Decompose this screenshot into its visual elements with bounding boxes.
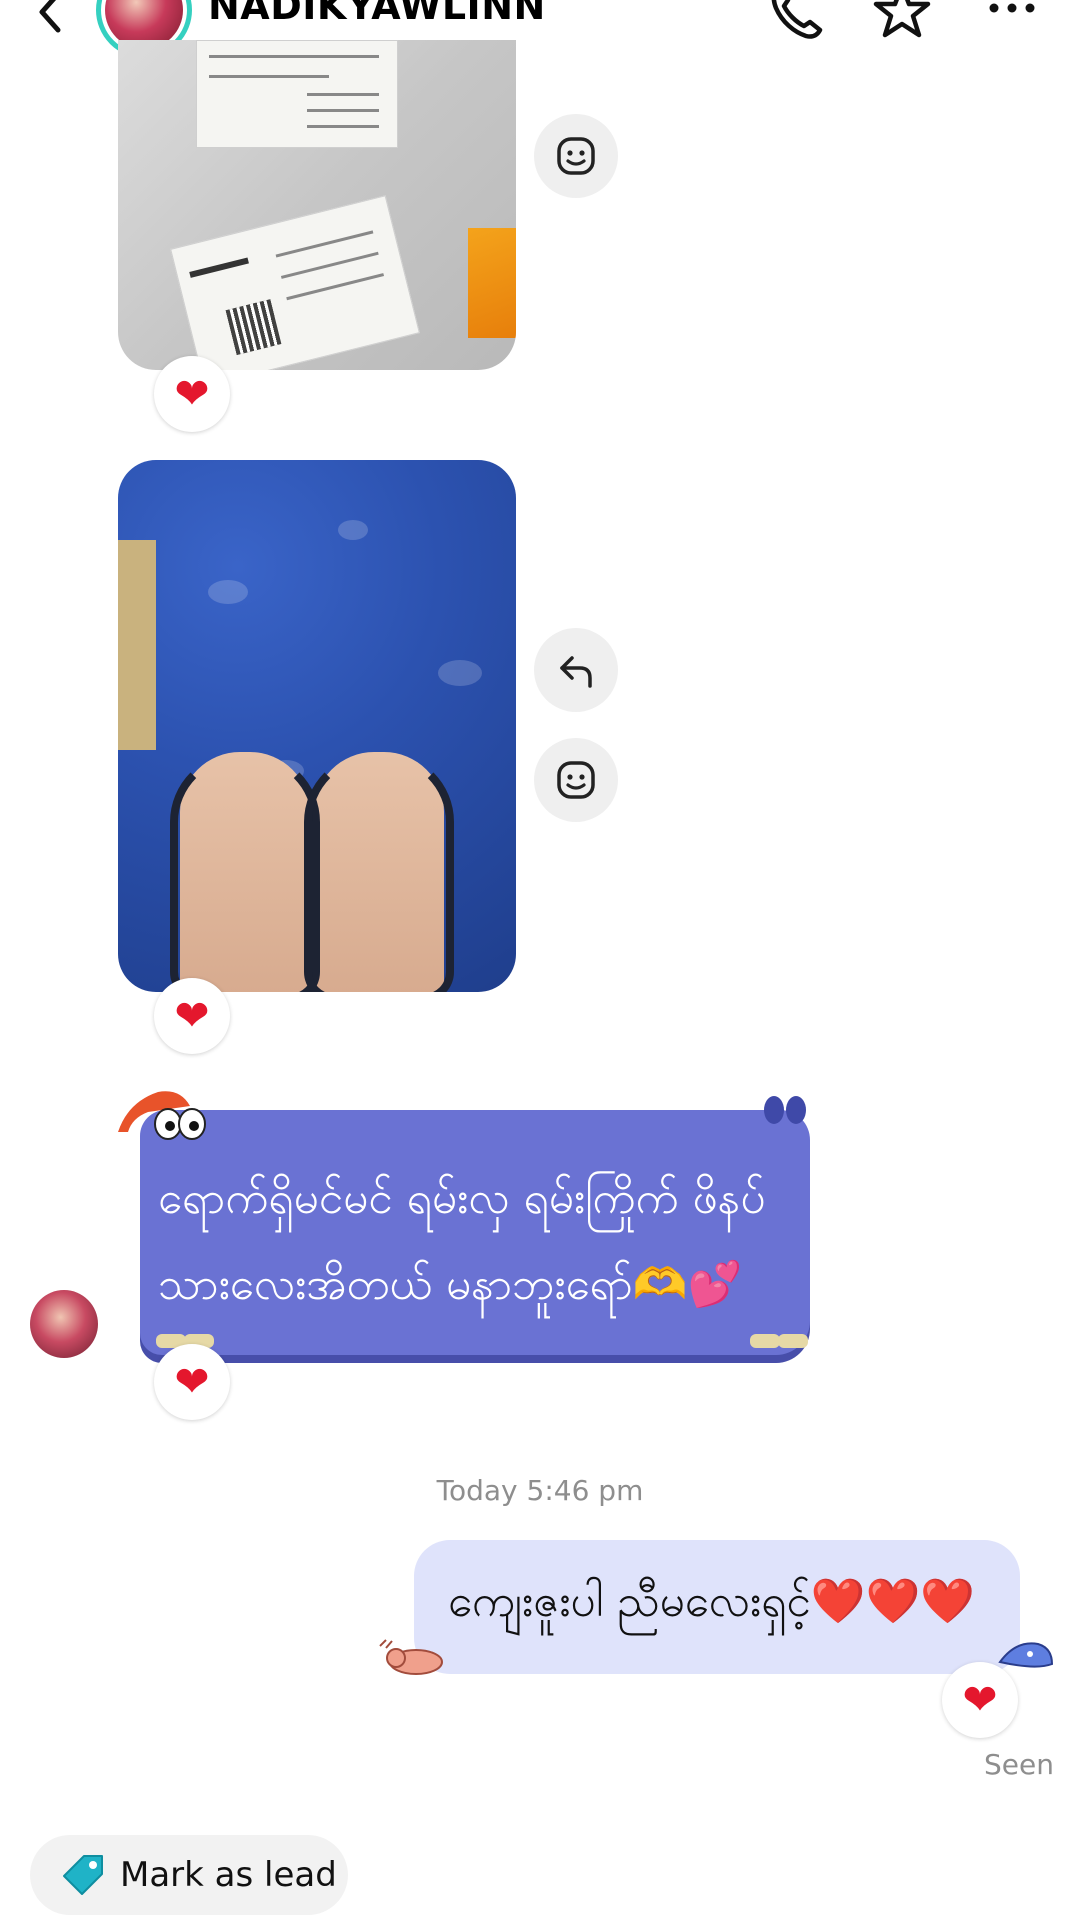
bubble-foot-decoration xyxy=(778,1334,808,1348)
heart-reaction-icon: ❤ xyxy=(174,369,210,418)
sender-avatar[interactable] xyxy=(30,1290,98,1358)
mark-as-lead-button[interactable]: Mark as lead xyxy=(30,1835,348,1915)
sandals-photo[interactable] xyxy=(118,460,516,992)
back-button[interactable] xyxy=(28,0,78,46)
message-timestamp: Today 5:46 pm xyxy=(436,1474,644,1507)
sleeping-pig-sticker-icon xyxy=(379,1639,443,1675)
smiley-sticker-icon xyxy=(557,137,595,175)
heart-reaction-icon: ❤ xyxy=(962,1675,998,1724)
incoming-message-bubble[interactable]: ရောက်ရှိမင်မင် ရမ်းလှ ရမ်းကြိုက် ဖိနပ် သ… xyxy=(140,1110,810,1355)
react-button[interactable] xyxy=(534,738,618,822)
smiley-sticker-icon xyxy=(557,761,595,799)
reaction-badge[interactable]: ❤ xyxy=(154,356,230,432)
react-button[interactable] xyxy=(534,114,618,198)
mark-as-lead-label: Mark as lead xyxy=(120,1855,337,1895)
bubble-foot-decoration xyxy=(750,1334,780,1348)
receipt-photo[interactable] xyxy=(118,40,516,370)
reaction-badge[interactable]: ❤ xyxy=(154,1344,230,1420)
outgoing-message-text: ကျေးဇူးပါ ညီမလေးရှင့်❤️❤️❤️ xyxy=(448,1576,976,1627)
shark-sticker-icon xyxy=(998,1642,1054,1668)
outgoing-message-bubble[interactable]: ကျေးဇူးပါ ညီမလေးရှင့်❤️❤️❤️ xyxy=(414,1540,1020,1674)
seen-status: Seen xyxy=(984,1748,1054,1781)
phone-icon[interactable] xyxy=(764,0,824,42)
heart-reaction-icon: ❤ xyxy=(174,991,210,1040)
heart-reaction-icon: ❤ xyxy=(174,1357,210,1406)
reply-button[interactable] xyxy=(534,628,618,712)
reply-arrow-icon xyxy=(560,656,592,688)
star-icon[interactable] xyxy=(872,0,932,42)
ears-sticker-icon xyxy=(764,1096,806,1124)
incoming-message-text: ရောက်ရှိမင်မင် ရမ်းလှ ရမ်းကြိုက် ဖိနပ် သ… xyxy=(158,1173,766,1310)
cap-character-sticker-icon xyxy=(118,1091,206,1140)
more-icon[interactable] xyxy=(982,0,1042,42)
reaction-badge[interactable]: ❤ xyxy=(942,1662,1018,1738)
tag-icon xyxy=(63,1855,103,1895)
reaction-badge[interactable]: ❤ xyxy=(154,978,230,1054)
hearts-emoji: ❤️❤️❤️ xyxy=(810,1576,976,1627)
back-arrow-icon xyxy=(39,0,61,33)
contact-username[interactable]: NADIKYAWLINN xyxy=(208,0,546,28)
